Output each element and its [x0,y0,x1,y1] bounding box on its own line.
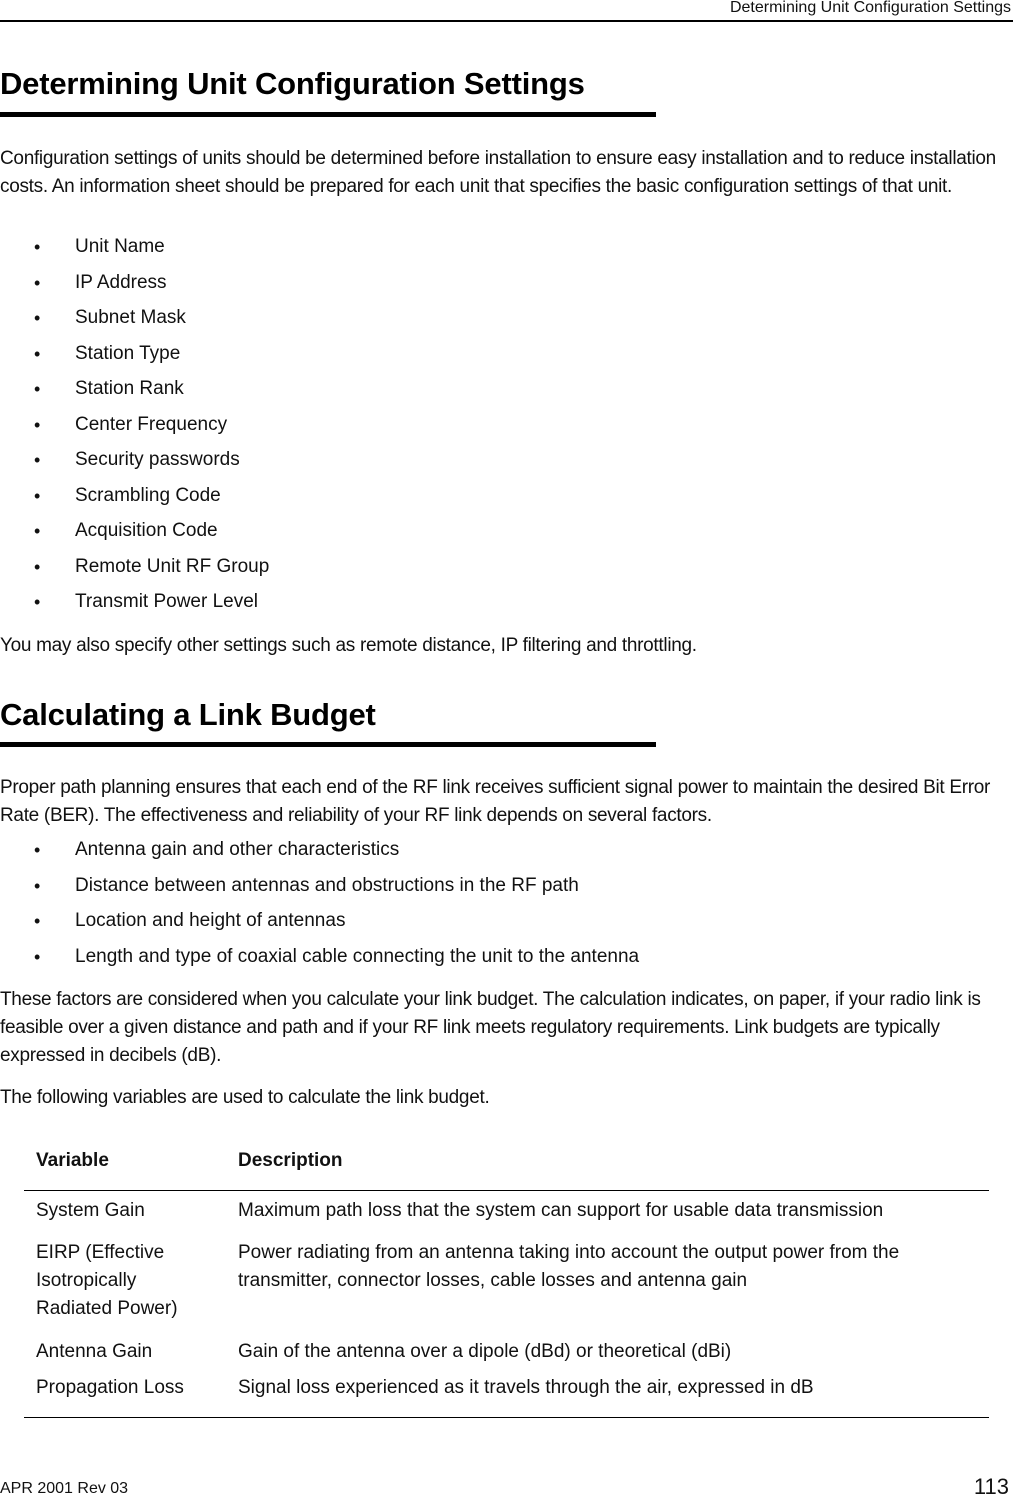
bullet-icon: • [34,308,41,328]
variables-intro-paragraph: The following variables are used to calc… [0,1087,490,1108]
bullet-icon: • [34,556,41,577]
column-header-variable: Variable [36,1150,109,1171]
title-rule [0,742,656,747]
bullet-icon: • [34,414,41,435]
table-bottom-rule [24,1417,989,1418]
bullet-icon: • [34,521,41,541]
bullet-icon: • [34,946,41,967]
bullet-icon: • [34,237,41,257]
section-title-link-budget: Calculating a Link Budget [0,697,376,732]
section-title-config-settings: Determining Unit Configuration Settings [0,66,585,101]
link-budget-paragraph: These factors are considered when you ca… [0,989,981,1066]
bullet-icon: • [34,343,41,364]
variable-cell: System Gain [36,1200,145,1221]
bullet-icon: • [34,450,41,470]
bullet-icon: • [34,379,41,399]
variable-cell: EIRP (Effective Isotropically Radiated P… [36,1242,178,1319]
bullet-icon: • [34,485,41,506]
footer-revision: APR 2001 Rev 03 [0,1480,129,1497]
variable-cell: Antenna Gain [36,1341,153,1362]
title-rule [0,112,656,117]
link-budget-intro-paragraph: Proper path planning ensures that each e… [0,777,991,826]
running-header-title: Determining Unit Configuration Settings [729,0,1011,16]
table-header-row: Variable Description [24,1147,989,1191]
description-cell: Power radiating from an antenna taking i… [238,1242,900,1291]
description-cell: Gain of the antenna over a dipole (dBd) … [238,1341,732,1362]
column-header-description: Description [238,1150,343,1171]
bullet-icon: • [34,875,41,896]
variable-cell: Propagation Loss [36,1377,184,1398]
page-number: 113 [973,1474,1009,1499]
bullet-icon: • [34,840,41,860]
config-outro-paragraph: You may also specify other settings such… [0,635,697,656]
bullet-icon: • [34,911,41,931]
bullet-icon: • [34,272,41,293]
config-intro-paragraph: Configuration settings of units should b… [0,148,996,197]
bullet-icon: • [34,592,41,612]
link-budget-variables-table: Variable Description System Gain Maximum… [24,1147,989,1418]
running-header: Determining Unit Configuration Settings [0,0,1013,22]
description-cell: Signal loss experienced as it travels th… [238,1377,814,1398]
description-cell: Maximum path loss that the system can su… [238,1200,884,1221]
